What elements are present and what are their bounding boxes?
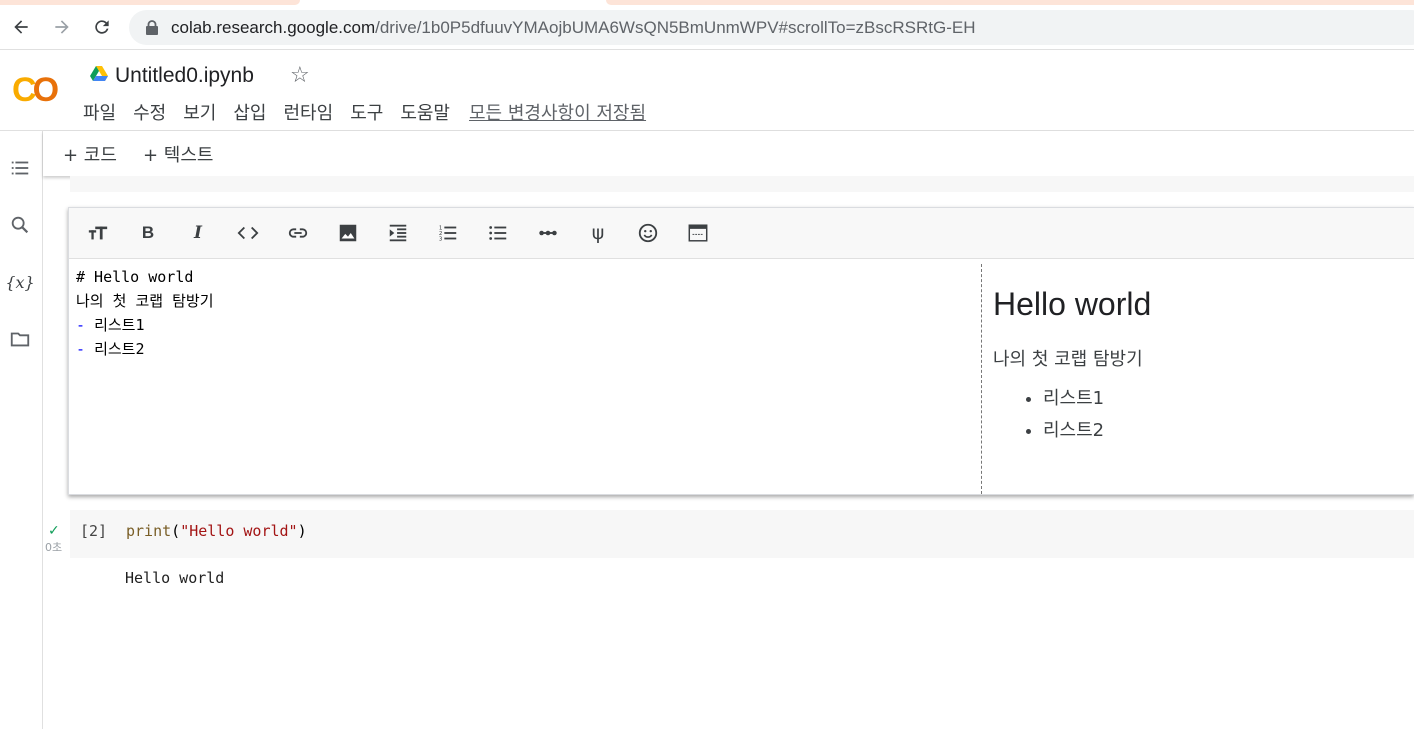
table-of-contents-icon[interactable]: [8, 156, 32, 180]
reload-icon[interactable]: [89, 14, 115, 40]
left-sidebar: {x}: [0, 131, 43, 729]
code-icon[interactable]: [235, 220, 261, 246]
indent-icon[interactable]: [385, 220, 411, 246]
text-cell[interactable]: B I 123 ψ # Hello world 나의 첫 코랩 탐방기 - 리스…: [68, 207, 1414, 495]
code-function: print: [126, 522, 172, 540]
image-icon[interactable]: [335, 220, 361, 246]
bold-icon[interactable]: B: [135, 220, 161, 246]
editor-line-paragraph: 나의 첫 코랩 탐방기: [76, 292, 214, 310]
markdown-preview: Hello world 나의 첫 코랩 탐방기 리스트1 리스트2: [993, 268, 1151, 447]
notebook-toolbar: + 코드 + 텍스트: [43, 131, 1414, 176]
execution-count: [2]: [80, 522, 108, 540]
run-time: 0초: [45, 541, 63, 554]
cell-output: Hello world: [125, 569, 225, 587]
star-icon[interactable]: ☆: [290, 63, 310, 88]
variables-icon[interactable]: {x}: [5, 270, 34, 294]
editor-line-heading: # Hello world: [76, 268, 194, 286]
address-bar[interactable]: colab.research.google.com/drive/1b0P5dfu…: [129, 10, 1414, 45]
preview-heading: Hello world: [993, 286, 1152, 322]
url-text: colab.research.google.com/drive/1b0P5dfu…: [171, 18, 976, 37]
markdown-toolbar: B I 123 ψ: [69, 208, 1414, 259]
menu-runtime[interactable]: 런타임: [284, 99, 334, 125]
code-string: "Hello world": [180, 522, 298, 540]
numbered-list-icon[interactable]: 123: [435, 220, 461, 246]
run-status-check-icon[interactable]: ✓: [48, 523, 60, 539]
markdown-editor[interactable]: # Hello world 나의 첫 코랩 탐방기 - 리스트1 - 리스트2: [76, 265, 214, 361]
drive-icon: [90, 66, 108, 81]
menu-bar: 파일 수정 보기 삽입 런타임 도구 도움말 모든 변경사항이 저장됨: [83, 99, 663, 125]
text-size-icon[interactable]: [85, 220, 111, 246]
colab-header: CO Untitled0.ipynb ☆ 파일 수정 보기 삽입 런타임 도구 …: [0, 51, 1414, 131]
colab-logo[interactable]: CO: [12, 71, 59, 110]
browser-tab[interactable]: [606, 0, 1414, 5]
editor-preview-divider: [981, 264, 982, 494]
menu-insert[interactable]: 삽입: [233, 99, 266, 125]
preview-paragraph: 나의 첫 코랩 탐방기: [993, 349, 1143, 370]
list-item: 리스트2: [1043, 415, 1151, 447]
menu-edit[interactable]: 수정: [133, 99, 166, 125]
lock-icon: [146, 20, 158, 35]
add-text-button[interactable]: + 텍스트: [143, 141, 213, 167]
svg-text:3: 3: [439, 236, 443, 242]
emoji-icon[interactable]: [635, 220, 661, 246]
menu-view[interactable]: 보기: [183, 99, 216, 125]
horizontal-rule-icon[interactable]: [535, 220, 561, 246]
code-paren-open: (: [171, 522, 181, 540]
folder-icon[interactable]: [8, 327, 32, 351]
link-icon[interactable]: [285, 220, 311, 246]
bulleted-list-icon[interactable]: [485, 220, 511, 246]
add-code-button[interactable]: + 코드: [63, 141, 117, 167]
editor-line-list-2: - 리스트2: [76, 340, 145, 358]
back-icon[interactable]: [8, 14, 34, 40]
list-item: 리스트1: [1043, 383, 1151, 415]
menu-tools[interactable]: 도구: [350, 99, 383, 125]
italic-icon[interactable]: I: [185, 220, 211, 246]
saved-status[interactable]: 모든 변경사항이 저장됨: [469, 99, 646, 125]
code-paren-close: ): [297, 522, 307, 540]
editor-line-list-1: - 리스트1: [76, 316, 145, 334]
notebook-name[interactable]: Untitled0.ipynb: [115, 64, 254, 88]
psi-icon[interactable]: ψ: [585, 220, 611, 246]
search-icon[interactable]: [8, 213, 32, 237]
browser-toolbar: colab.research.google.com/drive/1b0P5dfu…: [0, 6, 1414, 50]
code-editor[interactable]: print("Hello world"): [126, 522, 307, 540]
forward-icon[interactable]: [49, 14, 75, 40]
menu-help[interactable]: 도움말: [400, 99, 450, 125]
preview-list: 리스트1 리스트2: [993, 383, 1151, 447]
menu-file[interactable]: 파일: [83, 99, 116, 125]
browser-tab[interactable]: [0, 0, 300, 5]
previous-cell-edge: [70, 176, 1414, 192]
preview-icon[interactable]: [685, 220, 711, 246]
